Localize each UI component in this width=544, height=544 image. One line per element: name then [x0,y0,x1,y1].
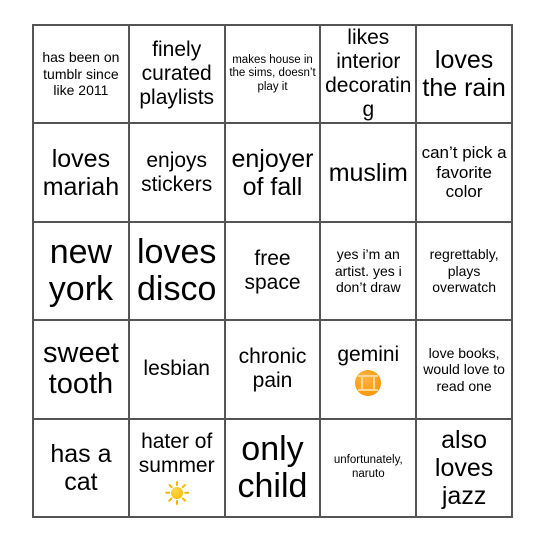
sun-icon [165,481,189,506]
bingo-card-grid: has been on tumblr since like 2011 finely… [32,24,513,518]
bingo-cell[interactable]: hater of summer [129,419,224,516]
bingo-cell-label: enjoys stickers [141,148,213,196]
bingo-cell[interactable]: gemini [321,321,416,418]
bingo-cell[interactable]: chronic pain [225,321,320,418]
bingo-cell[interactable]: finely curated playlists [129,26,224,123]
bingo-cell[interactable]: love books, would love to read one [417,321,511,418]
bingo-cell-label: also loves jazz [434,425,494,510]
bingo-cell-label: chronic pain [238,345,307,393]
bingo-cell[interactable]: makes house in the sims, doesn’t play it [225,26,320,123]
bingo-cell-label: makes house in the sims, doesn’t play it [229,53,316,94]
bingo-cell-label: only child [237,430,308,505]
bingo-cell[interactable]: enjoyer of fall [225,124,320,221]
bingo-cell-label: gemini [337,342,400,366]
bingo-cell[interactable]: unfortunately, naruto [321,419,416,516]
bingo-cell-label: love books, would love to read one [423,344,505,394]
bingo-cell-label: can’t pick a favorite color [421,143,507,202]
bingo-cell-label: enjoyer of fall [231,144,314,201]
bingo-cell-label: loves mariah [42,144,120,201]
bingo-cell[interactable]: new york [34,222,128,320]
bingo-cell-label: unfortunately, naruto [333,454,403,480]
bingo-cell-label: yes i’m an artist. yes i don’t draw [334,246,402,296]
bingo-cell-label: regrettably, plays overwatch [429,246,499,296]
bingo-cell[interactable]: regrettably, plays overwatch [417,222,511,320]
bingo-cell[interactable]: loves disco [129,222,224,320]
bingo-cell[interactable]: lesbian [129,321,224,418]
gemini-zodiac-icon [355,369,382,396]
bingo-cell[interactable]: yes i’m an artist. yes i don’t draw [321,222,416,320]
bingo-cell[interactable]: can’t pick a favorite color [417,124,511,221]
bingo-cell-label: likes interior decorating [325,26,412,122]
bingo-cell[interactable]: only child [225,419,320,516]
bingo-cell-label: muslim [328,158,408,187]
bingo-cell-label: finely curated playlists [139,38,215,110]
bingo-cell[interactable]: loves mariah [34,124,128,221]
emoji-container [165,481,189,506]
bingo-cell-label: hater of summer [138,430,215,478]
bingo-cell[interactable]: enjoys stickers [129,124,224,221]
bingo-cell-label: sweet tooth [43,336,119,401]
bingo-cell-label: lesbian [143,357,210,381]
bingo-cell[interactable]: likes interior decorating [321,26,416,123]
bingo-cell[interactable]: loves the rain [417,26,511,123]
emoji-container [355,369,382,396]
bingo-cell-label: has a cat [50,439,112,496]
bingo-cell[interactable]: also loves jazz [417,419,511,516]
bingo-cell[interactable]: muslim [321,124,416,221]
bingo-cell-label: free space [244,247,301,294]
bingo-cell-label: loves disco [137,233,217,308]
bingo-cell[interactable]: has been on tumblr since like 2011 [34,26,128,123]
bingo-cell-label: has been on tumblr since like 2011 [42,49,120,99]
bingo-cell[interactable]: has a cat [34,419,128,516]
bingo-cell-label: loves the rain [422,46,506,103]
bingo-cell-label: new york [48,233,114,308]
bingo-cell-free-space[interactable]: free space [225,222,320,320]
bingo-cell[interactable]: sweet tooth [34,321,128,418]
